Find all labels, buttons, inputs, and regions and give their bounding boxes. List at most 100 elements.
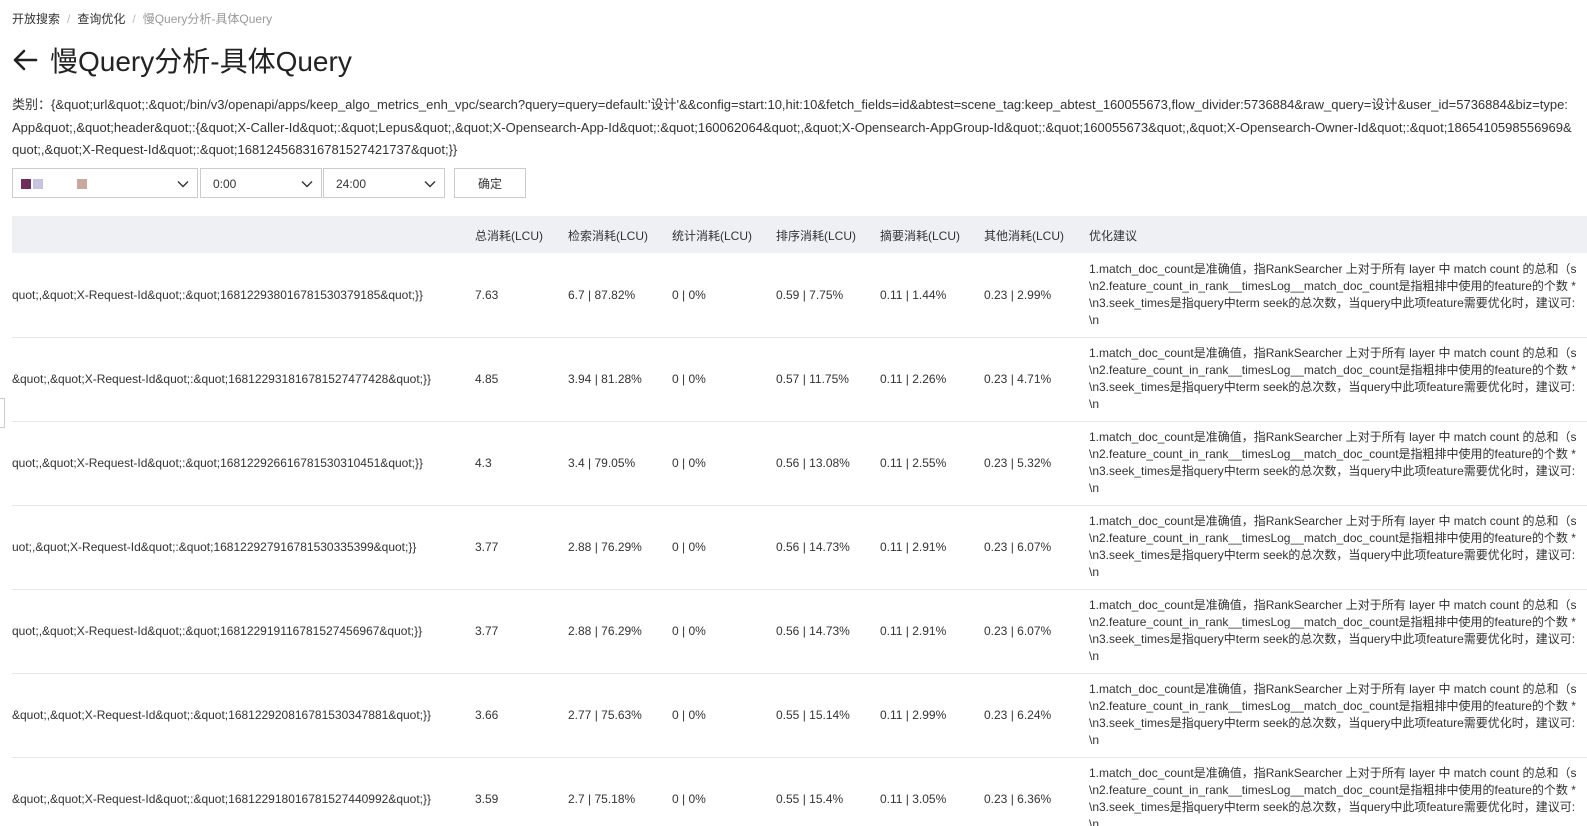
page-header: 慢Query分析-具体Query — [12, 40, 352, 80]
table-row: quot;,&quot;X-Request-Id&quot;:&quot;168… — [12, 589, 1587, 674]
other-cost-cell: 0.23 | 6.07% — [984, 540, 1052, 554]
suggestion-line: \n3.seek_times是指query中term seek的总次数，当que… — [1089, 800, 1576, 814]
query-cell: &quot;,&quot;X-Request-Id&quot;:&quot;16… — [12, 792, 432, 806]
suggestion-line: \n3.seek_times是指query中term seek的总次数，当que… — [1089, 716, 1576, 730]
other-cost-cell: 0.23 | 6.07% — [984, 624, 1052, 638]
suggestion-line: 1.match_doc_count是准确值，指RankSearcher 上对于所… — [1089, 598, 1577, 612]
summary-cost-cell: 0.11 | 3.05% — [880, 792, 947, 806]
header-stat-cost[interactable]: 统计消耗(LCU) — [672, 227, 752, 244]
table-row: uot;,&quot;X-Request-Id&quot;:&quot;1681… — [12, 505, 1587, 590]
header-search-cost[interactable]: 检索消耗(LCU) — [568, 227, 648, 244]
header-total-cost[interactable]: 总消耗(LCU) — [475, 227, 543, 244]
total-cost-cell: 3.77 — [475, 624, 499, 638]
rank-cost-cell: 0.55 | 15.4% — [776, 792, 844, 806]
confirm-button[interactable]: 确定 — [454, 168, 526, 198]
stat-cost-cell: 0 | 0% — [672, 792, 706, 806]
suggestion-line: \n3.seek_times是指query中term seek的总次数，当que… — [1089, 464, 1576, 478]
suggestion-line: 1.match_doc_count是准确值，指RankSearcher 上对于所… — [1089, 514, 1577, 528]
other-cost-cell: 0.23 | 2.99% — [984, 288, 1052, 302]
suggestion-cell: 1.match_doc_count是准确值，指RankSearcher 上对于所… — [1089, 765, 1587, 826]
suggestion-line: \n — [1089, 397, 1100, 411]
suggestion-cell: 1.match_doc_count是准确值，指RankSearcher 上对于所… — [1089, 681, 1587, 749]
breadcrumb-separator: / — [132, 12, 136, 26]
table-header: 总消耗(LCU) 检索消耗(LCU) 统计消耗(LCU) 排序消耗(LCU) 摘… — [12, 216, 1587, 253]
header-summary-cost[interactable]: 摘要消耗(LCU) — [880, 227, 960, 244]
query-category: 类别：{&quot;url&quot;:&quot;/bin/v3/openap… — [12, 94, 1572, 162]
total-cost-cell: 4.3 — [475, 456, 492, 470]
suggestion-line: \n2.feature_count_in_rank__timesLog__mat… — [1089, 447, 1576, 461]
header-suggestion: 优化建议 — [1089, 229, 1138, 243]
suggestion-line: 1.match_doc_count是准确值，指RankSearcher 上对于所… — [1089, 430, 1577, 444]
start-time-select[interactable]: 0:00 — [200, 168, 322, 198]
suggestion-line: \n3.seek_times是指query中term seek的总次数，当que… — [1089, 548, 1576, 562]
summary-cost-cell: 0.11 | 2.91% — [880, 624, 947, 638]
total-cost-cell: 4.85 — [475, 372, 499, 386]
total-cost-cell: 7.63 — [475, 288, 499, 302]
query-cell: &quot;,&quot;X-Request-Id&quot;:&quot;16… — [12, 708, 432, 722]
header-rank-cost[interactable]: 排序消耗(LCU) — [776, 227, 856, 244]
search-cost-cell: 3.94 | 81.28% — [568, 372, 642, 386]
total-cost-cell: 3.59 — [475, 792, 499, 806]
suggestion-cell: 1.match_doc_count是准确值，指RankSearcher 上对于所… — [1089, 261, 1587, 329]
breadcrumb-link-query-optimize[interactable]: 查询优化 — [77, 12, 125, 26]
header-other-cost[interactable]: 其他消耗(LCU) — [984, 227, 1064, 244]
start-time-value: 0:00 — [213, 177, 237, 191]
table-row: &quot;,&quot;X-Request-Id&quot;:&quot;16… — [12, 757, 1587, 826]
suggestion-line: 1.match_doc_count是准确值，指RankSearcher 上对于所… — [1089, 682, 1577, 696]
chevron-down-icon — [177, 181, 189, 188]
summary-cost-cell: 0.11 | 2.99% — [880, 708, 947, 722]
query-cell: uot;,&quot;X-Request-Id&quot;:&quot;1681… — [12, 540, 417, 554]
date-select[interactable] — [12, 168, 198, 198]
suggestion-cell: 1.match_doc_count是准确值，指RankSearcher 上对于所… — [1089, 513, 1587, 581]
table-row: quot;,&quot;X-Request-Id&quot;:&quot;168… — [12, 421, 1587, 506]
search-cost-cell: 6.7 | 87.82% — [568, 288, 636, 302]
suggestion-line: \n — [1089, 733, 1100, 747]
end-time-select[interactable]: 24:00 — [323, 168, 445, 198]
rank-cost-cell: 0.57 | 11.75% — [776, 372, 849, 386]
query-cell: quot;,&quot;X-Request-Id&quot;:&quot;168… — [12, 624, 423, 638]
other-cost-cell: 0.23 | 6.24% — [984, 708, 1052, 722]
summary-cost-cell: 0.11 | 2.55% — [880, 456, 947, 470]
side-collapse-handle[interactable] — [0, 398, 5, 428]
stat-cost-cell: 0 | 0% — [672, 624, 706, 638]
stat-cost-cell: 0 | 0% — [672, 456, 706, 470]
other-cost-cell: 0.23 | 6.36% — [984, 792, 1052, 806]
query-cell: quot;,&quot;X-Request-Id&quot;:&quot;168… — [12, 288, 424, 302]
breadcrumb-link-open-search[interactable]: 开放搜索 — [12, 12, 60, 26]
chevron-down-icon — [301, 181, 313, 188]
stat-cost-cell: 0 | 0% — [672, 708, 706, 722]
suggestion-line: 1.match_doc_count是准确值，指RankSearcher 上对于所… — [1089, 346, 1577, 360]
suggestion-line: \n2.feature_count_in_rank__timesLog__mat… — [1089, 699, 1576, 713]
suggestion-line: \n — [1089, 649, 1100, 663]
suggestion-line: \n3.seek_times是指query中term seek的总次数，当que… — [1089, 632, 1576, 646]
summary-cost-cell: 0.11 | 2.91% — [880, 540, 947, 554]
summary-cost-cell: 0.11 | 2.26% — [880, 372, 947, 386]
date-value-swatch — [33, 179, 43, 189]
summary-cost-cell: 0.11 | 1.44% — [880, 288, 947, 302]
suggestion-line: \n3.seek_times是指query中term seek的总次数，当que… — [1089, 296, 1576, 310]
category-label: 类别： — [12, 97, 52, 112]
query-cell: &quot;,&quot;X-Request-Id&quot;:&quot;16… — [12, 372, 432, 386]
suggestion-line: \n — [1089, 565, 1100, 579]
breadcrumb-current: 慢Query分析-具体Query — [142, 12, 273, 26]
other-cost-cell: 0.23 | 4.71% — [984, 372, 1052, 386]
query-cell: quot;,&quot;X-Request-Id&quot;:&quot;168… — [12, 456, 424, 470]
stat-cost-cell: 0 | 0% — [672, 288, 706, 302]
total-cost-cell: 3.66 — [475, 708, 499, 722]
table-row: &quot;,&quot;X-Request-Id&quot;:&quot;16… — [12, 337, 1587, 422]
search-cost-cell: 2.7 | 75.18% — [568, 792, 636, 806]
breadcrumb-separator: / — [67, 12, 71, 26]
search-cost-cell: 2.88 | 76.29% — [568, 540, 642, 554]
suggestion-cell: 1.match_doc_count是准确值，指RankSearcher 上对于所… — [1089, 429, 1587, 497]
stat-cost-cell: 0 | 0% — [672, 540, 706, 554]
other-cost-cell: 0.23 | 5.32% — [984, 456, 1052, 470]
stat-cost-cell: 0 | 0% — [672, 372, 706, 386]
page-title: 慢Query分析-具体Query — [50, 46, 352, 77]
suggestion-line: 1.match_doc_count是准确值，指RankSearcher 上对于所… — [1089, 766, 1577, 780]
suggestion-cell: 1.match_doc_count是准确值，指RankSearcher 上对于所… — [1089, 345, 1587, 413]
suggestion-line: \n — [1089, 817, 1100, 826]
category-text: {&quot;url&quot;:&quot;/bin/v3/openapi/a… — [12, 97, 1572, 157]
date-value-swatch — [21, 179, 31, 189]
back-arrow-icon[interactable] — [12, 47, 38, 73]
rank-cost-cell: 0.55 | 15.14% — [776, 708, 850, 722]
